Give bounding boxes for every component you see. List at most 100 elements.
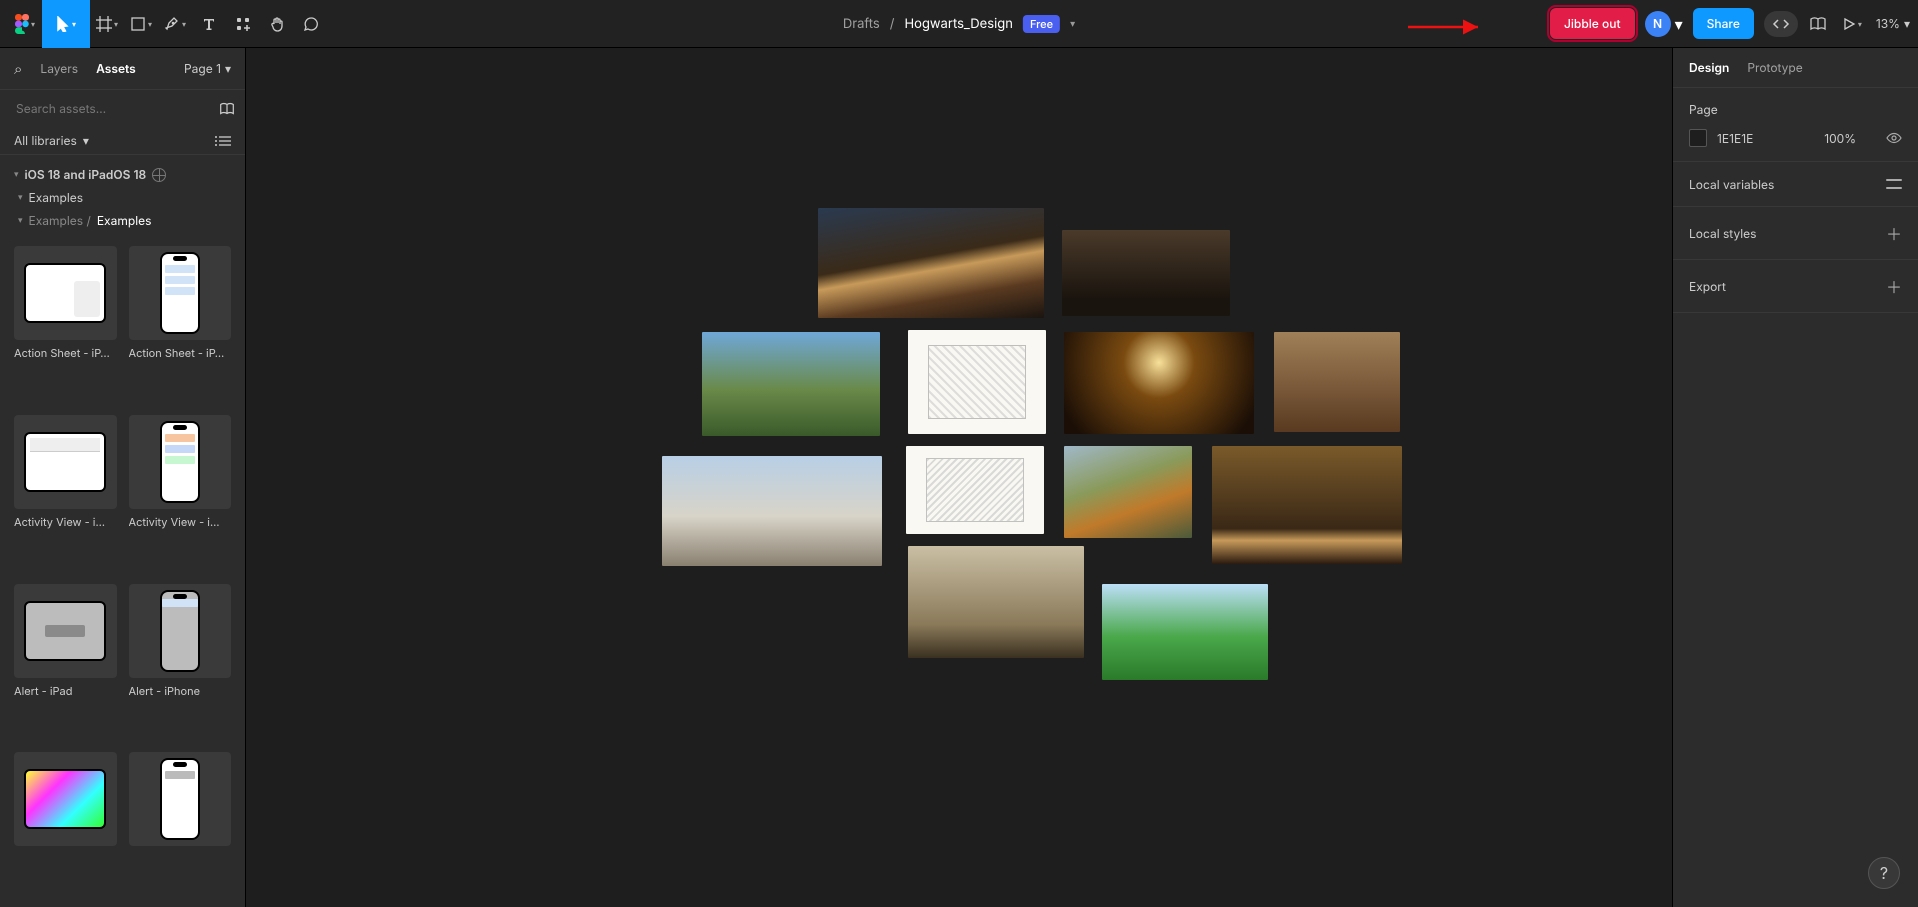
plan-badge: Free: [1023, 15, 1060, 33]
asset-item[interactable]: Action Sheet - iP…: [129, 246, 232, 401]
canvas-image[interactable]: [662, 456, 882, 566]
annotation-arrow: [1408, 18, 1488, 40]
asset-item[interactable]: [129, 752, 232, 893]
asset-search-row: [0, 90, 245, 127]
zoom-control[interactable]: 13% ▾: [1876, 16, 1910, 31]
local-styles-row[interactable]: Local styles ＋: [1673, 207, 1918, 260]
tree-group-examples-nested[interactable]: ▾ Examples / Examples: [14, 209, 231, 232]
canvas-image[interactable]: [1062, 230, 1230, 316]
book-icon[interactable]: [218, 102, 236, 116]
chevron-down-icon: ▾: [148, 19, 152, 29]
share-button[interactable]: Share: [1693, 8, 1754, 39]
asset-label: Action Sheet - iP…: [129, 346, 232, 360]
asset-thumb: [129, 246, 232, 340]
caret-down-icon: ▾: [18, 215, 23, 226]
chevron-down-icon: ▾: [72, 19, 76, 29]
comment-tool-button[interactable]: [294, 0, 328, 48]
right-panel: Design Prototype Page 1E1E1E 100% Local …: [1672, 48, 1918, 907]
library-filter-row: All libraries ▾: [0, 127, 245, 155]
chevron-down-icon: ▾: [182, 19, 186, 29]
page-section-title: Page: [1689, 102, 1902, 117]
canvas-image[interactable]: [1064, 446, 1192, 538]
asset-item[interactable]: Alert - iPhone: [129, 584, 232, 739]
tab-prototype[interactable]: Prototype: [1747, 60, 1802, 75]
local-styles-label: Local styles: [1689, 226, 1757, 241]
page-selector[interactable]: Page 1 ▾: [184, 61, 231, 76]
canvas-image[interactable]: [908, 546, 1084, 658]
breadcrumb-separator: /: [890, 16, 895, 32]
book-icon: [1808, 16, 1828, 32]
asset-thumb: [129, 415, 232, 509]
chevron-down-icon: ▾: [1858, 19, 1862, 29]
page-label: Page 1: [184, 61, 221, 76]
tree-path-bright: Examples: [97, 213, 152, 228]
play-icon: [1842, 17, 1856, 31]
move-tool-button[interactable]: ▾: [42, 0, 90, 48]
library-selector[interactable]: All libraries ▾: [14, 133, 89, 148]
chevron-down-icon[interactable]: ▾: [1070, 18, 1075, 30]
color-swatch[interactable]: [1689, 129, 1707, 147]
asset-item[interactable]: Activity View - i…: [129, 415, 232, 570]
pen-tool-button[interactable]: ▾: [158, 0, 192, 48]
canvas-image[interactable]: [702, 332, 880, 436]
hand-tool-button[interactable]: [260, 0, 294, 48]
export-row[interactable]: Export ＋: [1673, 260, 1918, 313]
tree-group-examples[interactable]: ▾ Examples: [14, 186, 231, 209]
asset-item[interactable]: Action Sheet - iP…: [14, 246, 117, 401]
tree-library-header[interactable]: ▾ iOS 18 and iPadOS 18: [14, 163, 231, 186]
local-variables-row[interactable]: Local variables: [1673, 162, 1918, 207]
tab-layers[interactable]: Layers: [40, 61, 78, 76]
canvas-image[interactable]: [1274, 332, 1400, 432]
canvas-image[interactable]: [1064, 332, 1254, 434]
asset-thumb: [14, 584, 117, 678]
top-toolbar: ▾ ▾ ▾ ▾ ▾: [0, 0, 1918, 48]
code-icon: [1772, 17, 1790, 31]
canvas-image[interactable]: [908, 330, 1046, 434]
asset-item[interactable]: [14, 752, 117, 893]
user-menu[interactable]: N ▾: [1645, 11, 1683, 37]
tab-assets[interactable]: Assets: [96, 61, 136, 76]
page-bg-row: 1E1E1E 100%: [1689, 129, 1902, 147]
toolbar-right-group: Jibble out N ▾ Share ▾ 13% ▾: [1550, 0, 1910, 48]
tree-library-label: iOS 18 and iPadOS 18: [25, 167, 147, 182]
text-tool-button[interactable]: [192, 0, 226, 48]
caret-down-icon: ▾: [18, 192, 23, 203]
shape-tool-button[interactable]: ▾: [124, 0, 158, 48]
breadcrumb-root[interactable]: Drafts: [843, 16, 880, 32]
canvas[interactable]: [246, 48, 1672, 907]
rectangle-icon: [130, 16, 146, 32]
asset-thumb: [14, 415, 117, 509]
avatar: N: [1645, 11, 1671, 37]
frame-tool-button[interactable]: ▾: [90, 0, 124, 48]
asset-item[interactable]: Activity View - i…: [14, 415, 117, 570]
toolbar-left-group: ▾ ▾ ▾ ▾ ▾: [8, 0, 328, 48]
chevron-down-icon: ▾: [1675, 14, 1683, 34]
dev-mode-toggle[interactable]: [1764, 11, 1798, 37]
library-button[interactable]: [1808, 0, 1828, 48]
search-icon[interactable]: ⌕: [14, 59, 22, 78]
resources-button[interactable]: [226, 0, 260, 48]
help-button[interactable]: ?: [1868, 857, 1900, 889]
eye-icon[interactable]: [1886, 132, 1902, 144]
chevron-down-icon: ▾: [83, 133, 89, 148]
bg-hex-value[interactable]: 1E1E1E: [1717, 131, 1753, 146]
chevron-down-icon: ▾: [225, 61, 231, 76]
plus-icon: ＋: [1886, 221, 1902, 245]
right-panel-tabs: Design Prototype: [1673, 48, 1918, 88]
canvas-image[interactable]: [818, 208, 1044, 318]
file-name[interactable]: Hogwarts_Design: [904, 16, 1012, 32]
asset-item[interactable]: Alert - iPad: [14, 584, 117, 739]
tree-path-dim: Examples /: [29, 213, 91, 228]
jibble-out-button[interactable]: Jibble out: [1550, 8, 1635, 39]
assets-grid: Action Sheet - iP… Action Sheet - iP… Ac…: [0, 240, 245, 907]
canvas-image[interactable]: [1212, 446, 1402, 564]
hand-icon: [269, 16, 285, 32]
present-button[interactable]: ▾: [1838, 0, 1866, 48]
list-view-icon[interactable]: [215, 135, 231, 147]
asset-search-input[interactable]: [14, 100, 210, 117]
canvas-image[interactable]: [906, 446, 1044, 534]
canvas-image[interactable]: [1102, 584, 1268, 680]
tab-design[interactable]: Design: [1689, 60, 1729, 75]
main-menu-button[interactable]: ▾: [8, 0, 42, 48]
bg-opacity-value[interactable]: 100%: [1824, 131, 1856, 146]
